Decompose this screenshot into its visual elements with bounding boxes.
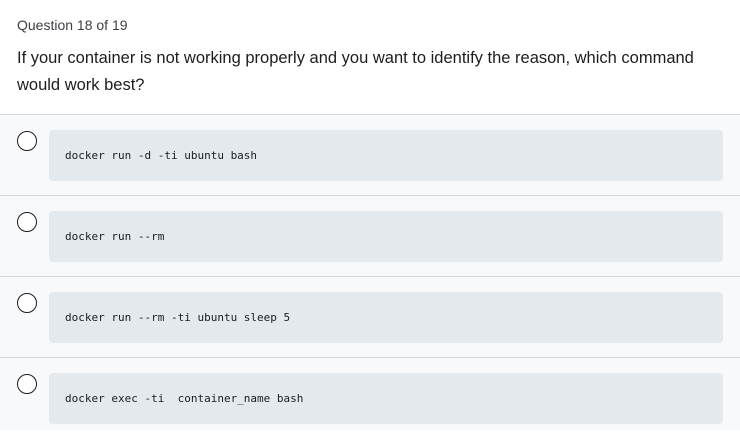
- radio-button[interactable]: [17, 131, 37, 151]
- answer-code-text: docker run -d -ti ubuntu bash: [65, 149, 258, 162]
- radio-button[interactable]: [17, 212, 37, 232]
- quiz-question-panel: Question 18 of 19 If your container is n…: [0, 0, 740, 430]
- answer-option-3[interactable]: docker run --rm -ti ubuntu sleep 5: [0, 277, 740, 358]
- answer-code-box: docker exec -ti container_name bash: [49, 373, 723, 424]
- radio-button[interactable]: [17, 374, 37, 394]
- answer-code-text: docker run --rm -ti ubuntu sleep 5: [65, 311, 291, 324]
- question-prompt: If your container is not working properl…: [17, 49, 694, 94]
- answer-option-4[interactable]: docker exec -ti container_name bash: [0, 358, 740, 439]
- answer-option-2[interactable]: docker run --rm: [0, 196, 740, 277]
- answer-code-text: docker run --rm: [65, 230, 165, 243]
- answer-code-box: docker run --rm -ti ubuntu sleep 5: [49, 292, 723, 343]
- answer-code-box: docker run --rm: [49, 211, 723, 262]
- question-header: Question 18 of 19 If your container is n…: [0, 0, 740, 115]
- answer-code-box: docker run -d -ti ubuntu bash: [49, 130, 723, 181]
- radio-button[interactable]: [17, 293, 37, 313]
- answer-option-1[interactable]: docker run -d -ti ubuntu bash: [0, 115, 740, 196]
- answer-code-text: docker exec -ti container_name bash: [65, 392, 304, 405]
- question-counter: Question 18 of 19: [17, 17, 128, 33]
- answer-list: docker run -d -ti ubuntu bash docker run…: [0, 115, 740, 430]
